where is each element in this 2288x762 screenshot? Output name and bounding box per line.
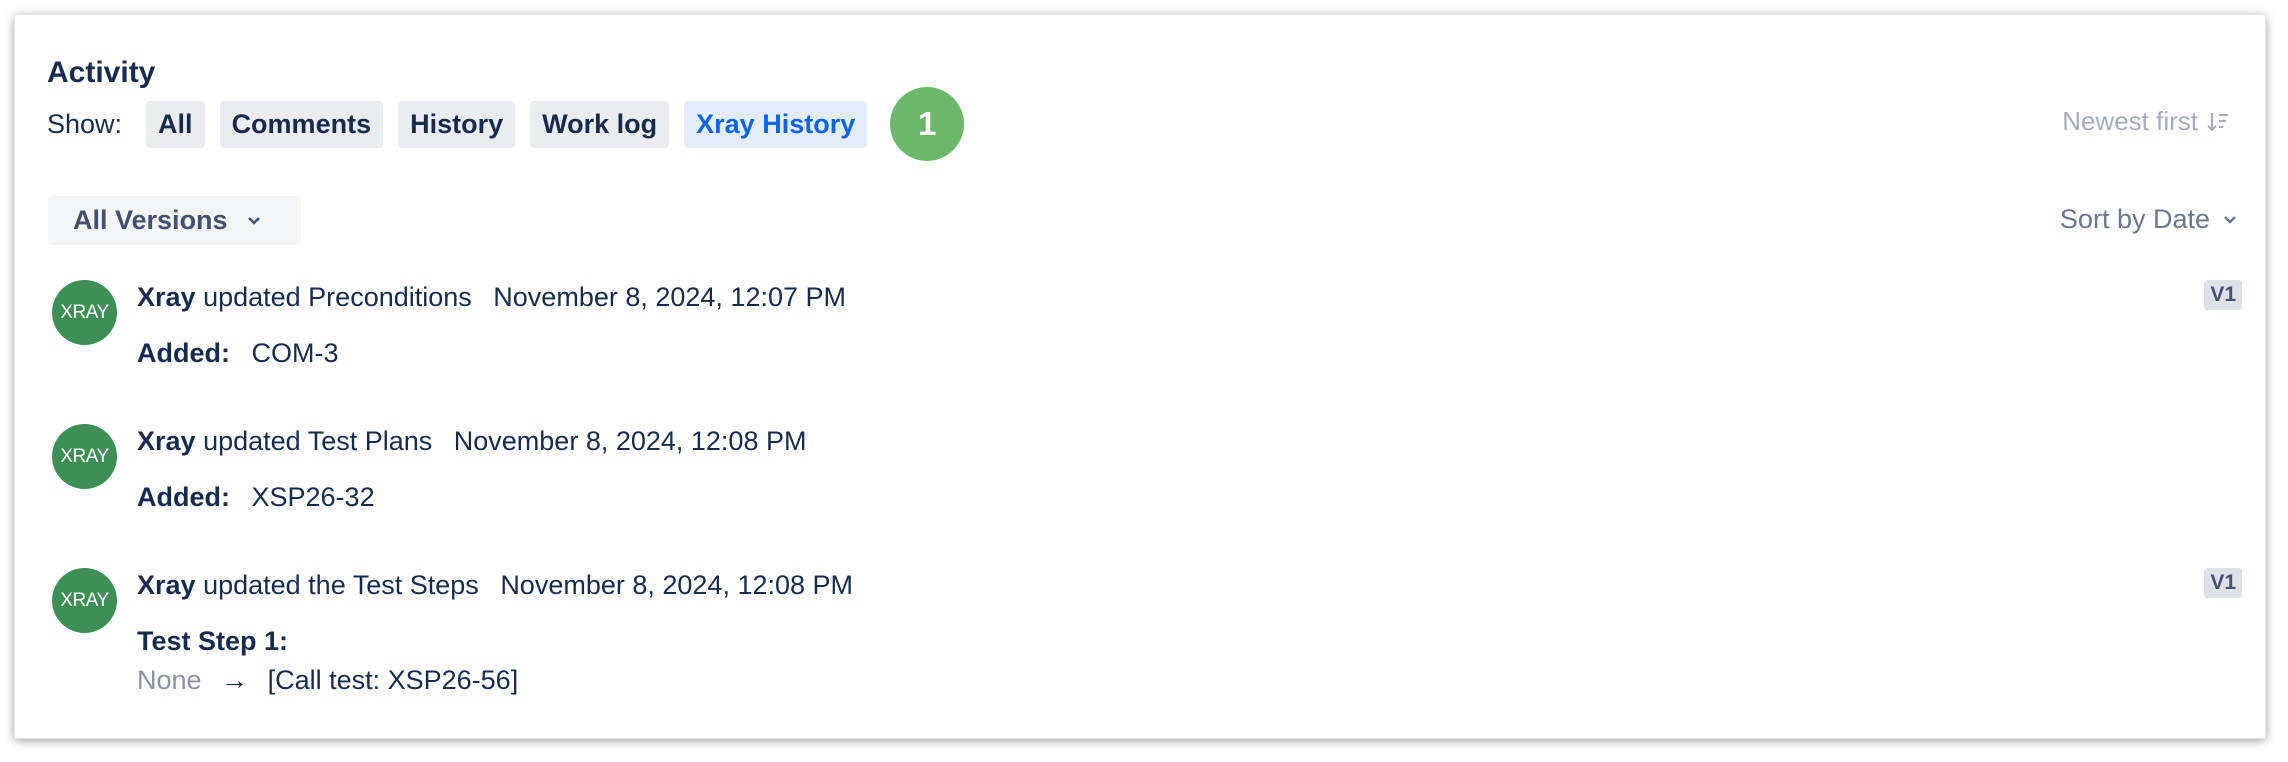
version-badge: V1 — [2204, 280, 2242, 310]
entry-change: Added: XSP26-32 — [137, 482, 375, 513]
activity-entry: XRAY Xray updated Test Plans November 8,… — [52, 424, 2242, 514]
avatar[interactable]: XRAY — [52, 424, 117, 489]
filter-xray-history[interactable]: Xray History — [684, 100, 868, 148]
entry-change: Added: COM-3 — [137, 338, 339, 369]
entry-action: updated Preconditions — [203, 282, 472, 312]
version-badge: V1 — [2204, 568, 2242, 598]
entry-action: updated Test Plans — [203, 426, 433, 456]
entry-new-value: [Call test: XSP26-56] — [267, 665, 519, 695]
entry-author[interactable]: Xray — [137, 426, 196, 456]
entry-change-label: Added: — [137, 482, 230, 512]
entry-change-value[interactable]: COM-3 — [252, 338, 339, 368]
entry-change-value[interactable]: XSP26-32 — [252, 482, 375, 512]
entry-change-label: Test Step 1: — [137, 626, 289, 656]
newest-first-toggle[interactable]: Newest first — [2062, 106, 2230, 137]
entry-header: Xray updated Preconditions November 8, 2… — [137, 282, 846, 313]
arrow-right-icon: → — [221, 665, 249, 695]
entry-header: Xray updated the Test Steps November 8, … — [137, 570, 853, 601]
activity-heading: Activity — [47, 56, 156, 89]
entry-date: November 8, 2024, 12:08 PM — [453, 426, 807, 456]
entry-author[interactable]: Xray — [137, 282, 196, 312]
all-versions-dropdown[interactable]: All Versions — [48, 196, 301, 245]
chevron-down-icon — [2224, 215, 2236, 224]
all-versions-label: All Versions — [73, 205, 228, 235]
activity-filter-bar: Show: All Comments History Work log Xray… — [47, 87, 965, 161]
filter-all[interactable]: All — [146, 100, 205, 148]
callout-badge: 1 — [890, 87, 965, 161]
sort-by-date-dropdown[interactable]: Sort by Date — [2060, 204, 2238, 235]
activity-entry: XRAY Xray updated Preconditions November… — [52, 280, 2242, 370]
entry-header: Xray updated Test Plans November 8, 2024… — [137, 426, 806, 457]
avatar[interactable]: XRAY — [52, 280, 117, 345]
sort-descending-icon — [2207, 112, 2228, 131]
filter-history[interactable]: History — [398, 100, 516, 148]
entry-date: November 8, 2024, 12:08 PM — [500, 570, 854, 600]
sort-by-label: Sort by Date — [2059, 204, 2210, 234]
entry-change: Test Step 1: — [137, 626, 302, 657]
entry-action: updated the Test Steps — [203, 570, 479, 600]
entry-author[interactable]: Xray — [137, 570, 196, 600]
activity-entry: XRAY Xray updated the Test Steps Novembe… — [52, 568, 2242, 698]
entry-diff: None → [Call test: XSP26-56] — [137, 665, 518, 696]
newest-first-label: Newest first — [2062, 106, 2198, 136]
chevron-down-icon — [247, 216, 260, 225]
entry-old-value: None — [137, 665, 202, 695]
filter-comments[interactable]: Comments — [219, 100, 384, 148]
entry-date: November 8, 2024, 12:07 PM — [493, 282, 846, 312]
filter-work-log[interactable]: Work log — [530, 100, 670, 148]
entry-change-label: Added: — [137, 338, 230, 368]
show-label: Show: — [47, 108, 123, 139]
avatar[interactable]: XRAY — [52, 568, 117, 633]
